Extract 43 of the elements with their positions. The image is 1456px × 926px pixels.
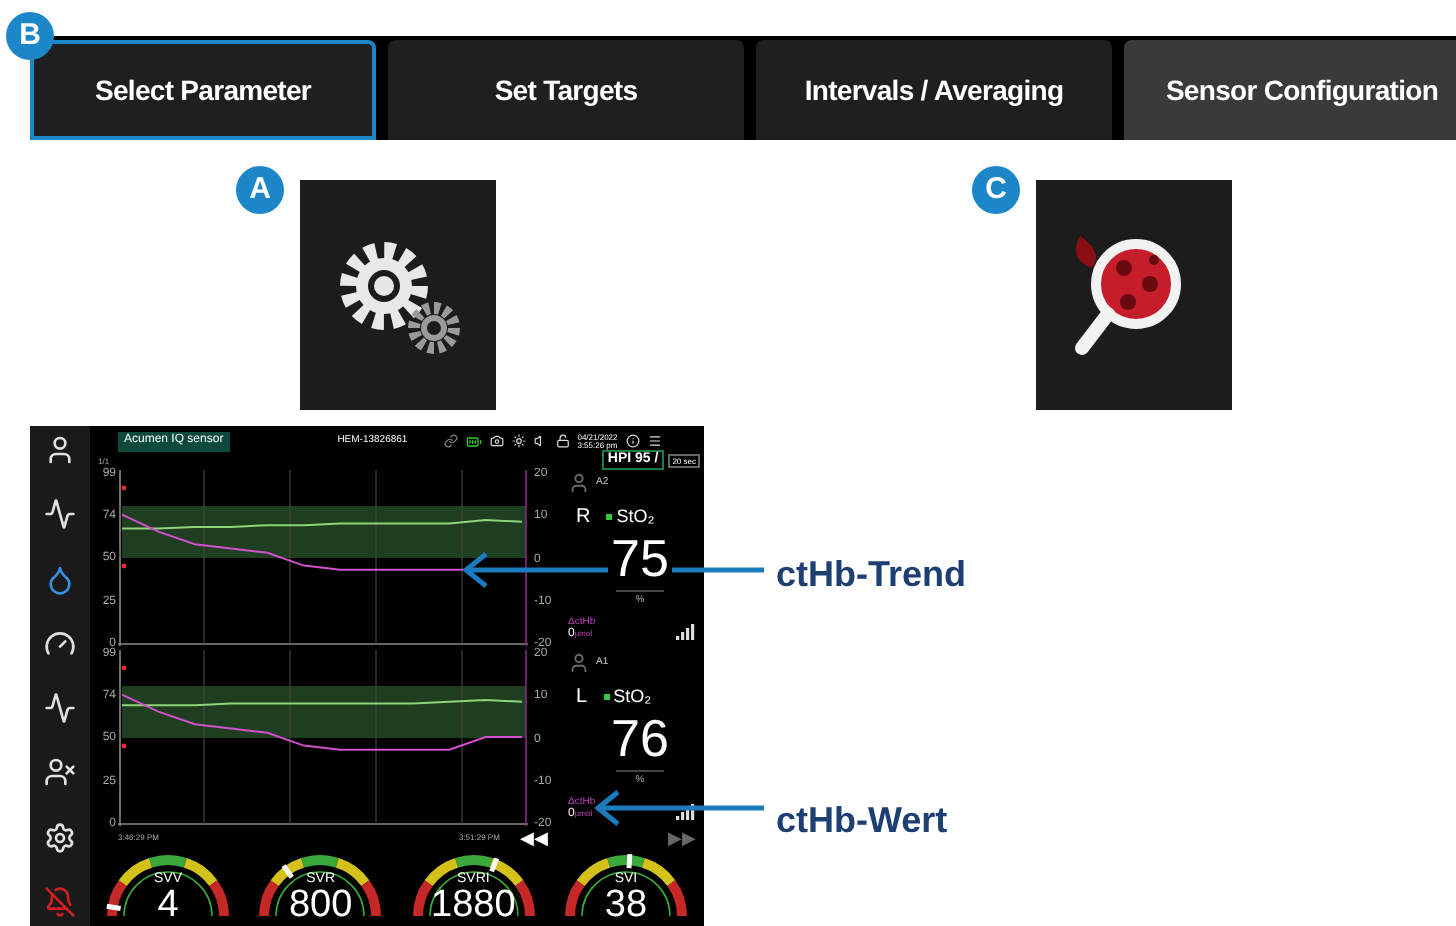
waveform-icon[interactable] (44, 692, 76, 725)
camera-icon[interactable] (489, 434, 504, 448)
tab[interactable]: Sensor Configuration (1124, 40, 1456, 140)
droplet-icon[interactable] (44, 563, 76, 596)
parameter-label: StO₂ (616, 503, 655, 530)
tab[interactable]: Intervals / Averaging (756, 40, 1112, 140)
side-label: R (576, 504, 591, 532)
gauge-value: 800 (288, 886, 353, 924)
info-icon[interactable] (625, 434, 640, 448)
user-remove-icon[interactable] (44, 756, 76, 789)
alarm-off-icon[interactable] (44, 885, 76, 918)
gauge-value: 1880 (431, 886, 516, 924)
target-marker (121, 665, 127, 671)
trend-icon[interactable] (44, 498, 76, 531)
target-marker (121, 563, 127, 569)
callout-badge: C (972, 166, 1020, 214)
gauge-value: 4 (157, 886, 179, 924)
target-marker (121, 743, 127, 749)
gauge-value: 38 (604, 886, 648, 924)
rewind-button[interactable]: ◀◀ (519, 829, 548, 847)
signal-bars-icon (676, 623, 696, 639)
callout-label: ctHb-Wert (776, 798, 950, 844)
patient-icon[interactable] (44, 434, 76, 466)
forward-button[interactable]: ▶▶ (668, 829, 696, 847)
sensor-head-icon (568, 652, 590, 674)
callout-label: ctHb-Trend (776, 552, 967, 598)
gauge-icon[interactable] (44, 627, 76, 660)
sensor-head-icon (568, 472, 590, 494)
target-marker (121, 485, 127, 491)
settings-icon[interactable] (44, 821, 76, 854)
callout-badge: A (236, 166, 284, 214)
status-square-icon (603, 694, 610, 700)
battery-icon (465, 433, 482, 449)
link-icon (443, 434, 458, 448)
brightness-icon[interactable] (511, 434, 526, 448)
status-square-icon (606, 514, 613, 520)
lock-icon[interactable] (555, 434, 570, 448)
side-label: L (576, 684, 588, 712)
menu-icon[interactable] (647, 434, 662, 448)
parameter-label: StO₂ (613, 683, 652, 710)
signal-bars-icon (676, 803, 696, 819)
callout-badge: B (6, 12, 54, 60)
tab[interactable]: Set Targets (388, 40, 744, 140)
